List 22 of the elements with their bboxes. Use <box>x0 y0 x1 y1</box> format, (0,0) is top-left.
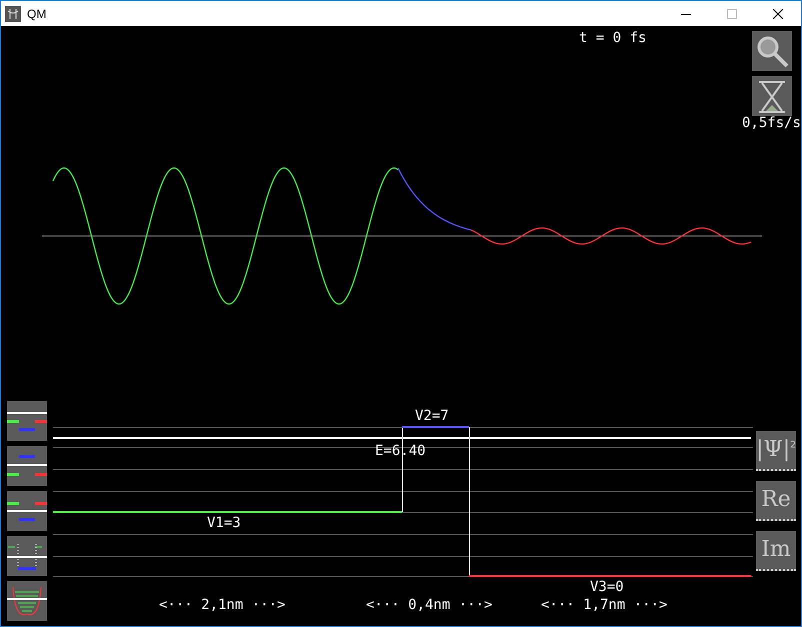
preset-button[interactable] <box>7 446 47 486</box>
hourglass-button[interactable] <box>752 76 792 116</box>
preset-button[interactable] <box>7 581 47 621</box>
preset-button[interactable] <box>7 401 47 441</box>
close-icon <box>773 8 783 18</box>
width-label: <··· 1,7nm ···> <box>541 597 668 613</box>
view-button[interactable]: |Ψ|$^{2}$ <box>756 431 796 471</box>
width-label: <··· 0,4nm ···> <box>366 597 492 613</box>
potential-label: V1=3 <box>207 515 241 531</box>
preset-button[interactable] <box>7 491 47 531</box>
app-icon <box>5 6 21 22</box>
window-title: QM <box>27 6 48 20</box>
zoom-button[interactable] <box>752 31 792 71</box>
time-label: t = 0 fs <box>579 30 646 46</box>
speed-label: 0,5fs/s <box>742 115 801 131</box>
potential-label: V3=0 <box>590 579 624 595</box>
preset-button[interactable] <box>7 536 47 576</box>
potential-label: V2=7 <box>415 408 449 424</box>
view-button[interactable]: Re <box>756 481 796 521</box>
width-label: <··· 2,1nm ···> <box>159 597 286 613</box>
maximize-icon <box>727 8 737 18</box>
view-button[interactable]: Im <box>756 531 796 571</box>
